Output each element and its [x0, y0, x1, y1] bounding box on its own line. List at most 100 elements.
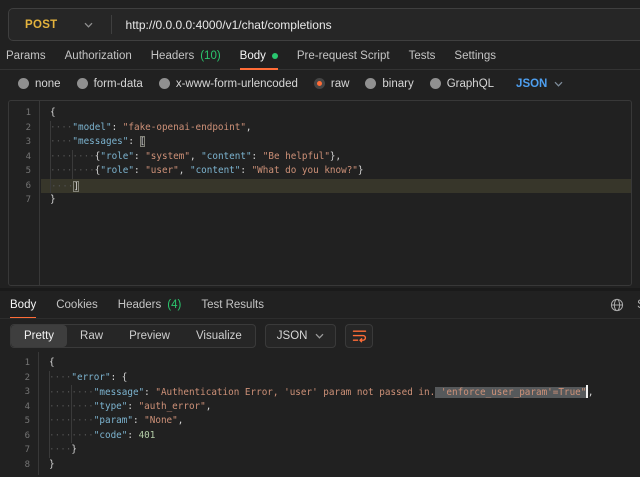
- view-visualize[interactable]: Visualize: [183, 325, 255, 347]
- code-token: :: [133, 415, 144, 426]
- body-type-raw[interactable]: raw: [314, 78, 350, 90]
- body-type-form-data[interactable]: form-data: [77, 78, 143, 90]
- code-line: 1{: [9, 106, 631, 121]
- view-preview[interactable]: Preview: [116, 325, 183, 347]
- radio-label: binary: [382, 78, 413, 90]
- code-token: "system": [145, 151, 190, 162]
- response-view-switcher: PrettyRawPreviewVisualize: [10, 324, 256, 348]
- request-tab-body[interactable]: Body: [240, 43, 278, 69]
- tab-label: Cookies: [56, 299, 98, 311]
- line-number: 7: [8, 443, 30, 458]
- code-token: [: [140, 136, 146, 147]
- view-raw[interactable]: Raw: [67, 325, 116, 347]
- code-token: "code": [94, 430, 128, 441]
- code-content: }: [40, 458, 640, 473]
- response-editor[interactable]: 1{2····"error": {3········"message": "Au…: [8, 352, 640, 475]
- response-format-selector[interactable]: JSON: [265, 324, 337, 348]
- request-tab-authorization[interactable]: Authorization: [65, 43, 132, 69]
- code-token: :: [240, 165, 251, 176]
- line-number: 6: [9, 179, 31, 194]
- postman-window: { "request_bar": { "method": "POST", "ur…: [0, 8, 640, 477]
- request-tab-pre-request-script[interactable]: Pre-request Script: [297, 43, 390, 69]
- code-content: ········"code": 401: [40, 429, 640, 444]
- wrap-text-button[interactable]: [345, 324, 373, 348]
- tab-label: Body: [10, 299, 36, 311]
- url-input[interactable]: http://0.0.0.0:4000/v1/chat/completions: [112, 18, 640, 32]
- gutter-separator: [39, 101, 40, 285]
- body-type-binary[interactable]: binary: [365, 78, 413, 90]
- code-token: "messages": [72, 136, 128, 147]
- radio-selected-icon: [314, 78, 325, 89]
- tab-label: Headers: [118, 299, 161, 311]
- body-type-row: none form-data x-www-form-urlencoded raw bin…: [0, 70, 640, 97]
- radio-label: none: [35, 78, 61, 90]
- code-token: :: [252, 151, 263, 162]
- code-line: 4········"type": "auth_error",: [8, 400, 640, 415]
- code-token: : {: [111, 372, 128, 383]
- chevron-down-icon: [315, 333, 324, 339]
- body-type-graphql[interactable]: GraphQL: [430, 78, 494, 90]
- code-line: 8}: [8, 458, 640, 473]
- request-tab-params[interactable]: Params: [6, 43, 46, 69]
- radio-label: x-www-form-urlencoded: [176, 78, 298, 90]
- method-label: POST: [25, 19, 58, 31]
- raw-format-selector[interactable]: JSON: [516, 78, 563, 90]
- code-token: }: [50, 194, 56, 205]
- radio-icon: [77, 78, 88, 89]
- line-number: 1: [9, 106, 31, 121]
- code-token: "message": [94, 387, 144, 398]
- code-token: "auth_error": [139, 401, 206, 412]
- globe-icon[interactable]: [610, 298, 624, 312]
- code-line: 1{: [8, 356, 640, 371]
- code-token: }: [71, 444, 77, 455]
- tab-count: (4): [167, 299, 181, 311]
- code-line: 2····"error": {: [8, 371, 640, 386]
- request-tab-settings[interactable]: Settings: [454, 43, 496, 69]
- response-tab-cookies[interactable]: Cookies: [56, 291, 98, 318]
- code-line: 4········{"role": "system", "content": "…: [9, 150, 631, 165]
- body-type-none[interactable]: none: [18, 78, 61, 90]
- code-content: {: [41, 106, 631, 121]
- chevron-down-icon: [554, 81, 563, 87]
- code-content: ····"messages": [: [41, 135, 631, 150]
- line-number: 2: [8, 371, 30, 386]
- code-token: ····: [50, 136, 72, 147]
- code-content: ········"type": "auth_error",: [40, 400, 640, 415]
- code-token: "Authentication Error, 'user' param not …: [155, 387, 435, 398]
- tab-label: Tests: [409, 50, 436, 62]
- code-token: ,: [190, 151, 201, 162]
- code-token: :: [112, 122, 123, 133]
- method-selector[interactable]: POST: [9, 19, 111, 31]
- request-editor[interactable]: 1{2····"model": "fake-openai-endpoint",3…: [8, 100, 632, 286]
- response-tab-headers[interactable]: Headers (4): [118, 291, 182, 318]
- indent-guide: [49, 371, 50, 458]
- code-token: "fake-openai-endpoint": [123, 122, 246, 133]
- line-number: 3: [8, 385, 30, 400]
- code-token: }: [49, 459, 55, 470]
- code-token: "type": [94, 401, 128, 412]
- response-tab-test-results[interactable]: Test Results: [201, 291, 264, 318]
- tab-label: Test Results: [201, 299, 264, 311]
- radio-icon: [365, 78, 376, 89]
- gutter-separator: [38, 352, 39, 475]
- view-pretty[interactable]: Pretty: [11, 325, 67, 347]
- request-tab-tests[interactable]: Tests: [409, 43, 436, 69]
- code-line: 3····"messages": [: [9, 135, 631, 150]
- request-tab-headers[interactable]: Headers(10): [151, 43, 221, 69]
- response-tab-body[interactable]: Body: [10, 291, 36, 318]
- code-token: "Be helpful": [263, 151, 330, 162]
- radio-label: raw: [331, 78, 350, 90]
- response-toolbar: PrettyRawPreviewVisualize JSON: [0, 319, 640, 352]
- radio-icon: [159, 78, 170, 89]
- code-token: 401: [139, 430, 156, 441]
- body-type-options: none form-data x-www-form-urlencoded raw bin…: [18, 78, 494, 90]
- line-number: 4: [9, 150, 31, 165]
- body-type-x-www-form-urlencoded[interactable]: x-www-form-urlencoded: [159, 78, 298, 90]
- radio-label: GraphQL: [447, 78, 494, 90]
- code-token: "user": [145, 165, 179, 176]
- code-token: "None": [144, 415, 178, 426]
- code-token: "model": [72, 122, 111, 133]
- code-token: {: [49, 357, 55, 368]
- radio-icon: [18, 78, 29, 89]
- code-token: "role": [100, 151, 134, 162]
